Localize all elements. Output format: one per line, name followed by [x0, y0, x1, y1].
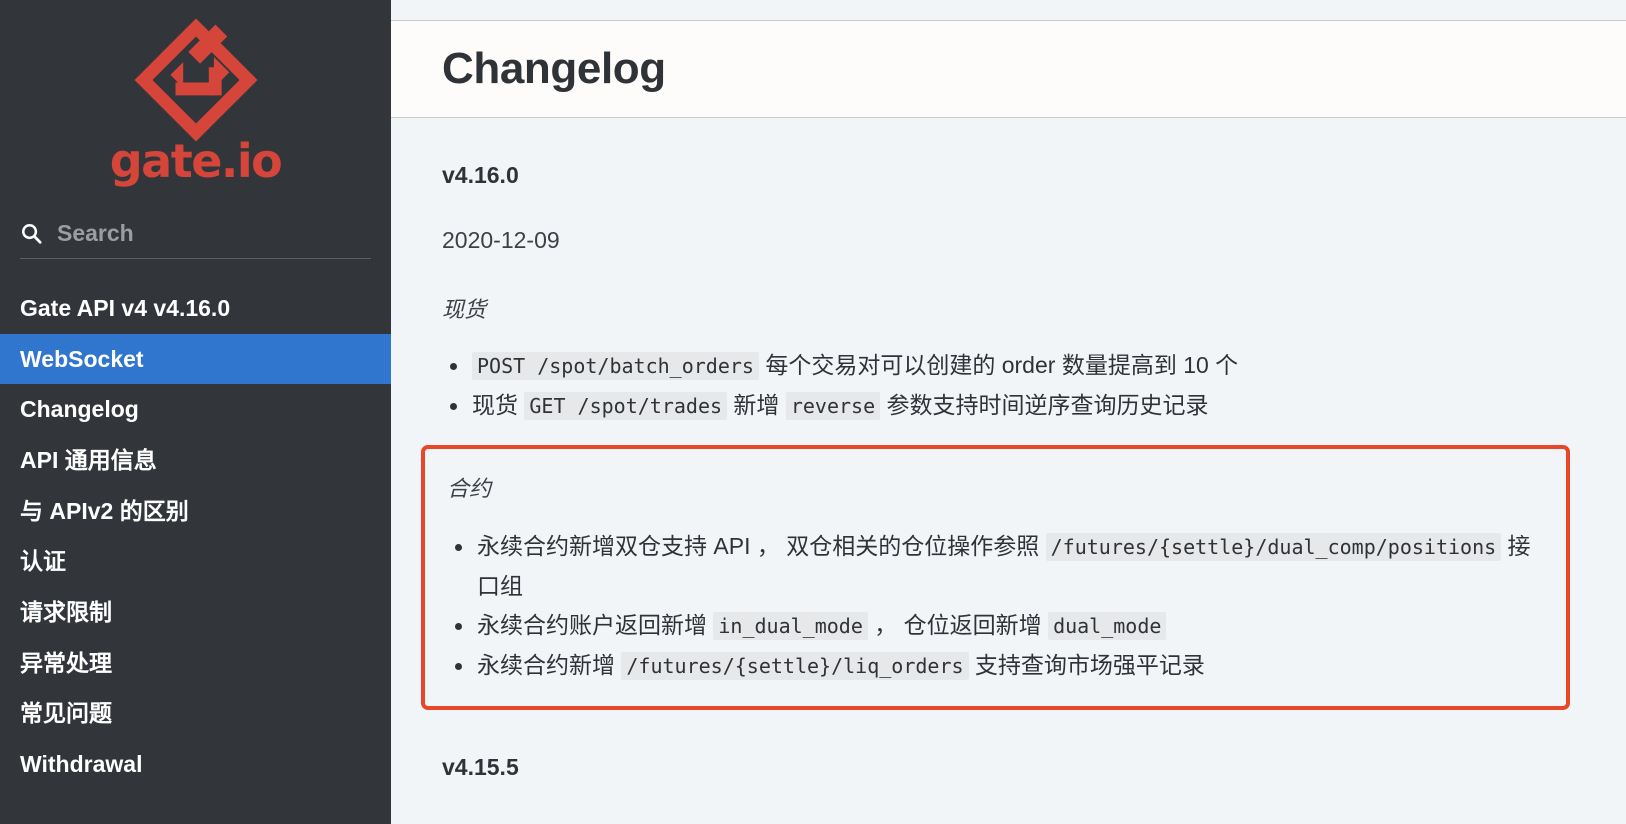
release-entry: v4.15.5 2020-11-04 [442, 754, 1626, 824]
highlight-callout-contract: 合约 永续合约新增双仓支持 API ， 双仓相关的仓位操作参照 /futures… [421, 445, 1570, 710]
inline-code: dual_mode [1048, 612, 1167, 640]
gate-diamond-logo-icon [134, 18, 257, 142]
list-item: 永续合约新增 /futures/{settle}/liq_orders 支持查询… [447, 646, 1548, 686]
sidebar-nav: Gate API v4 v4.16.0 WebSocket Changelog … [0, 283, 391, 790]
group-title: 合约 [447, 476, 492, 501]
search-box[interactable] [20, 220, 371, 259]
sidebar-item-withdrawal[interactable]: Withdrawal [0, 739, 391, 790]
top-gap [391, 0, 1626, 20]
sidebar-item-api-general-info[interactable]: API 通用信息 [0, 435, 391, 486]
sidebar-item-gate-api-v4[interactable]: Gate API v4 v4.16.0 [0, 283, 391, 334]
brand-wordmark: gate.io [109, 134, 283, 188]
release-entry: v4.16.0 2020-12-09 现货 POST /spot/batch_o… [421, 162, 1626, 710]
search-input[interactable] [57, 220, 371, 247]
inline-code: POST /spot/batch_orders [472, 352, 759, 380]
list-item: 永续合约新增双仓支持 API ， 双仓相关的仓位操作参照 /futures/{s… [447, 527, 1548, 606]
page-title: Changelog [442, 44, 666, 93]
release-group-spot: 现货 POST /spot/batch_orders 每个交易对可以创建的 or… [442, 292, 1626, 426]
sidebar-item-authentication[interactable]: 认证 [0, 536, 391, 587]
list-item: 现货 GET /spot/trades 新增 reverse 参数支持时间逆序查… [442, 386, 1626, 426]
inline-code: /futures/{settle}/dual_comp/positions [1045, 533, 1502, 561]
release-date: 2020-11-04 [442, 819, 1626, 824]
group-bullet-list: 永续合约新增双仓支持 API ， 双仓相关的仓位操作参照 /futures/{s… [447, 527, 1548, 686]
inline-code: GET /spot/trades [524, 392, 728, 420]
sidebar-item-changelog[interactable]: Changelog [0, 384, 391, 435]
sidebar-item-rate-limit[interactable]: 请求限制 [0, 587, 391, 638]
sidebar: gate.io Gate API v4 v4.16.0 WebSocket Ch… [0, 0, 391, 824]
brand-logo[interactable]: gate.io [0, 0, 391, 184]
search-icon [22, 224, 42, 244]
list-item: 永续合约账户返回新增 in_dual_mode ， 仓位返回新增 dual_mo… [447, 606, 1548, 646]
inline-code: /futures/{settle}/liq_orders [621, 652, 969, 680]
sidebar-item-faq[interactable]: 常见问题 [0, 688, 391, 739]
inline-code: reverse [785, 392, 881, 420]
sidebar-item-apiv2-differences[interactable]: 与 APIv2 的区别 [0, 486, 391, 537]
sidebar-item-error-handling[interactable]: 异常处理 [0, 638, 391, 689]
inline-code: in_dual_mode [713, 612, 868, 640]
list-item: POST /spot/batch_orders 每个交易对可以创建的 order… [442, 346, 1626, 386]
app-root: gate.io Gate API v4 v4.16.0 WebSocket Ch… [0, 0, 1626, 824]
group-title: 现货 [442, 297, 487, 322]
changelog-body: v4.16.0 2020-12-09 现货 POST /spot/batch_o… [391, 162, 1626, 824]
release-date: 2020-12-09 [442, 227, 560, 253]
release-version: v4.16.0 [442, 162, 519, 188]
main-content: Changelog v4.16.0 2020-12-09 现货 POST /sp… [391, 0, 1626, 824]
group-bullet-list: POST /spot/batch_orders 每个交易对可以创建的 order… [442, 346, 1626, 426]
sidebar-item-websocket[interactable]: WebSocket [0, 333, 391, 385]
release-version: v4.15.5 [442, 754, 519, 780]
page-header: Changelog [391, 20, 1626, 118]
